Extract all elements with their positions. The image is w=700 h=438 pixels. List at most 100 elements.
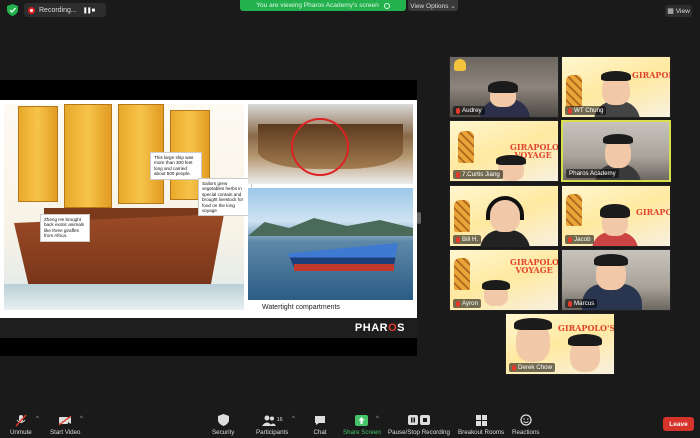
participant-name: 7.Curtis Jiang: [453, 170, 503, 179]
headphones-icon: [486, 196, 524, 220]
participants-count: 16: [276, 417, 283, 423]
ship-cross-section-photo: [248, 104, 413, 184]
person-hair: [594, 254, 628, 266]
participant-name-text: Derek Chow: [518, 364, 553, 371]
callout-zheng-he: Zheng He brought back exotic animals lik…: [40, 214, 90, 242]
logo-text-right: S: [397, 322, 405, 334]
logo-text-o: O: [388, 322, 398, 334]
participants-button[interactable]: 16 Participants: [256, 413, 288, 436]
chat-bubble-icon: [312, 413, 328, 427]
participant-name-text: Bill H.: [462, 236, 479, 243]
shared-screen[interactable]: This large ship was more than 300 feet l…: [0, 80, 417, 356]
breakout-rooms-label: Breakout Rooms: [458, 429, 505, 436]
muted-mic-icon: [456, 300, 460, 307]
participant-tile-curtis-jiang[interactable]: GIRAPOLO'SVOYAGE 7.Curtis Jiang: [449, 120, 559, 182]
participant-tile-marcus[interactable]: Marcus: [561, 249, 671, 311]
video-off-icon: [57, 413, 73, 427]
leave-button[interactable]: Leave: [663, 417, 694, 431]
participant-name: Bill H.: [453, 235, 482, 244]
share-screen-label: Share Screen: [343, 429, 381, 436]
poster-title-line1: GIRAPOLO'S: [636, 207, 670, 217]
shield-icon: [215, 413, 231, 427]
share-options-caret[interactable]: ^: [376, 416, 379, 422]
participants-icon: 16: [259, 413, 285, 427]
participant-name: Ayron: [453, 299, 482, 308]
giraffe-icon: [454, 200, 470, 232]
view-grid-icon: ▦: [667, 8, 674, 15]
recording-indicator[interactable]: Recording... ❚❚ ■: [24, 3, 106, 17]
participant-tile-ayron[interactable]: GIRAPOLO'SVOYAGE Ayron: [449, 249, 559, 311]
participant-tile-wt-chung[interactable]: GIRAPOLO'S WT Chung: [561, 56, 671, 118]
participant-name: WT Chung: [565, 106, 607, 115]
poster-title: GIRAPOLO'SVOYAGE: [510, 258, 558, 274]
reactions-smiley-icon: [518, 413, 534, 427]
sail-1: [18, 106, 58, 202]
participant-name-text: Ayron: [462, 300, 479, 307]
second-person-hair: [568, 334, 602, 346]
unmute-label: Unmute: [10, 429, 32, 436]
callout-sailors: Sailors grew vegetables herbs in special…: [198, 178, 252, 217]
presentation-slide: This large ship was more than 300 feet l…: [0, 100, 417, 318]
muted-mic-icon: [512, 364, 516, 371]
chat-label: Chat: [313, 429, 327, 436]
participant-tile-audrey[interactable]: Audrey: [449, 56, 559, 118]
person-hair: [496, 155, 526, 165]
person-hair: [514, 318, 552, 330]
logo-text-left: PHAR: [354, 322, 389, 334]
reactions-label: Reactions: [512, 429, 540, 436]
start-video-button[interactable]: Start Video: [50, 413, 81, 436]
giraffe-icon: [454, 258, 470, 290]
chat-button[interactable]: Chat: [312, 413, 328, 436]
participant-name-text: Pharos Academy: [569, 170, 616, 177]
participant-name: Derek Chow: [509, 363, 556, 372]
participant-name: Audrey: [453, 106, 485, 115]
muted-mic-icon: [568, 236, 572, 243]
video-options-caret[interactable]: ^: [80, 416, 83, 422]
giraffe-icon: [566, 75, 582, 107]
container-ship-photo: [248, 188, 413, 300]
participant-tile-jacob[interactable]: GIRAPOLO'S Jacob: [561, 185, 671, 247]
participant-name: Marcus: [565, 299, 598, 308]
breakout-rooms-button[interactable]: Breakout Rooms: [458, 413, 504, 436]
security-shield-icon[interactable]: [7, 4, 18, 16]
split-resize-handle[interactable]: [417, 212, 421, 224]
sea-waves: [4, 284, 244, 310]
security-button[interactable]: Security: [212, 413, 234, 436]
participant-name-text: 7.Curtis Jiang: [462, 171, 500, 178]
unmute-button[interactable]: Unmute: [10, 413, 32, 436]
muted-mic-icon: [13, 413, 29, 427]
participant-name-text: Marcus: [574, 300, 595, 307]
view-button[interactable]: ▦ View: [665, 5, 692, 17]
container-ship-hull: [294, 264, 394, 271]
banner-status-icon: [383, 2, 390, 9]
muted-mic-icon: [568, 107, 572, 114]
giraffe-icon: [458, 131, 474, 163]
poster-title: GIRAPOLO'S: [636, 207, 670, 217]
participant-tile-bill-h[interactable]: Bill H.: [449, 185, 559, 247]
giraffe-icon: [566, 194, 582, 226]
pause-stop-recording-button[interactable]: Pause/Stop Recording: [388, 413, 450, 436]
participants-options-caret[interactable]: ^: [292, 416, 295, 422]
participant-name-text: WT Chung: [574, 107, 604, 114]
viewing-banner-text: You are viewing Pharos Academy's screen: [256, 2, 379, 9]
participant-tile-derek-chow[interactable]: GIRAPOLO'S Derek Chow: [505, 313, 615, 375]
pause-stop-icon: [406, 413, 432, 427]
recording-dot-icon: [28, 6, 35, 14]
muted-mic-icon: [456, 171, 460, 178]
viewing-banner: You are viewing Pharos Academy's screen: [240, 0, 406, 11]
person-hair: [488, 81, 518, 93]
pause-stop-recording-label: Pause/Stop Recording: [388, 429, 450, 436]
person-hair: [600, 204, 630, 218]
muted-mic-icon: [456, 107, 460, 114]
reactions-button[interactable]: Reactions: [512, 413, 540, 436]
recording-controls[interactable]: ❚❚ ■: [83, 7, 95, 14]
person-hair: [603, 134, 633, 144]
security-label: Security: [212, 429, 235, 436]
view-options-button[interactable]: View Options ⌄: [408, 0, 458, 11]
participant-tile-pharos-academy[interactable]: Pharos Academy: [561, 120, 671, 182]
audio-options-caret[interactable]: ^: [36, 416, 39, 422]
participant-name: Pharos Academy: [566, 169, 619, 178]
treasure-ship-illustration: This large ship was more than 300 feet l…: [4, 104, 252, 310]
recording-label: Recording...: [39, 6, 77, 14]
poster-title: GIRAPOLO'S: [632, 71, 670, 79]
